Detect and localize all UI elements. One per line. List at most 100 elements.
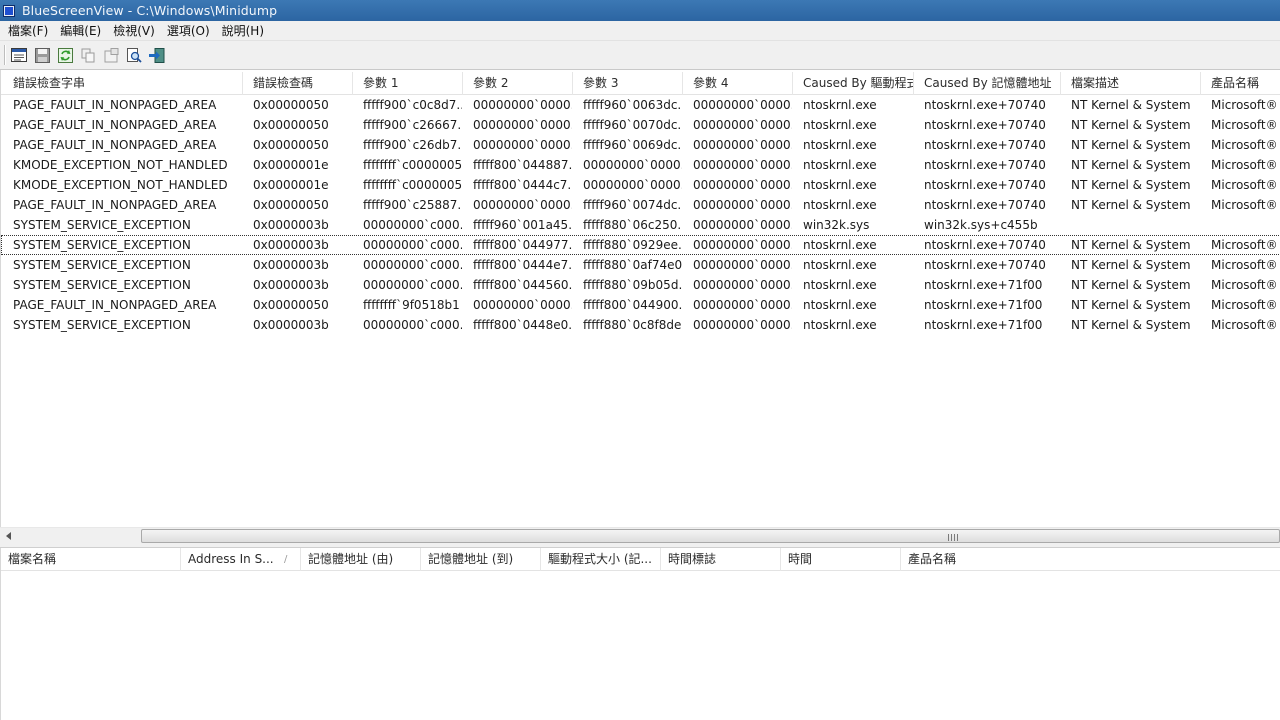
col-caused-by-driver-header[interactable]: Caused By 驅動程式 bbox=[793, 72, 914, 95]
col-param-3-header[interactable]: 參數 3 bbox=[573, 72, 683, 95]
col-to-address-header[interactable]: 記憶體地址 (到) bbox=[421, 548, 541, 571]
col-param-2-header[interactable]: 參數 2 bbox=[463, 72, 573, 95]
col-product-name-header[interactable]: 產品名稱 bbox=[1201, 72, 1280, 95]
caused-by-address-cell: ntoskrnl.exe+70740 bbox=[924, 98, 1046, 112]
table-row[interactable]: PAGE_FAULT_IN_NONPAGED_AREA 0x00000050 fff… bbox=[1, 195, 1280, 215]
table-row[interactable]: PAGE_FAULT_IN_NONPAGED_AREA 0x00000050 fff… bbox=[1, 115, 1280, 135]
save-icon[interactable] bbox=[32, 45, 52, 65]
app-icon bbox=[3, 4, 15, 17]
param-3-cell: fffff880`0929ee... bbox=[583, 238, 682, 252]
param-2-cell: fffff800`0444e7... bbox=[473, 258, 572, 272]
col-driver-size-header[interactable]: 驅動程式大小 (記... bbox=[541, 548, 661, 571]
file-description-cell: NT Kernel & System bbox=[1071, 318, 1191, 332]
file-description-cell: NT Kernel & System bbox=[1071, 98, 1191, 112]
col-param-4-header[interactable]: 參數 4 bbox=[683, 72, 793, 95]
refresh-icon[interactable] bbox=[55, 45, 75, 65]
caused-by-address-cell: win32k.sys+c455b bbox=[924, 218, 1038, 232]
copy-icon[interactable] bbox=[78, 45, 98, 65]
col-from-address-header[interactable]: 記憶體地址 (由) bbox=[301, 548, 421, 571]
file-description-cell: NT Kernel & System bbox=[1071, 258, 1191, 272]
param-1-cell: fffff900`c0c8d7... bbox=[363, 98, 462, 112]
caused-by-address-cell: ntoskrnl.exe+71f00 bbox=[924, 318, 1043, 332]
bugcheck-string-cell: PAGE_FAULT_IN_NONPAGED_AREA bbox=[13, 118, 217, 132]
param-3-cell: fffff800`044900... bbox=[583, 298, 682, 312]
col-product-name-header[interactable]: 產品名稱 bbox=[901, 548, 1280, 571]
caused-by-driver-cell: ntoskrnl.exe bbox=[803, 98, 877, 112]
driver-list[interactable]: 檔案名稱 Address In S... 記憶體地址 (由) 記憶體地址 (到) 驅動程… bbox=[0, 548, 1280, 720]
param-4-cell: 00000000`0000... bbox=[693, 298, 792, 312]
product-name-cell: Microsoft® W bbox=[1211, 118, 1280, 132]
properties-icon[interactable] bbox=[101, 45, 121, 65]
col-time-stamp-header[interactable]: 時間標誌 bbox=[661, 548, 781, 571]
param-4-cell: 00000000`0000... bbox=[693, 158, 792, 172]
table-row[interactable]: PAGE_FAULT_IN_NONPAGED_AREA 0x00000050 fff… bbox=[1, 295, 1280, 315]
param-2-cell: 00000000`0000... bbox=[473, 138, 572, 152]
col-bugcheck-code-header[interactable]: 錯誤檢查碼 bbox=[243, 72, 353, 95]
menu-options[interactable]: 選項(O) bbox=[161, 22, 216, 39]
table-row[interactable]: PAGE_FAULT_IN_NONPAGED_AREA 0x00000050 fff… bbox=[1, 135, 1280, 155]
bugcheck-code-cell: 0x0000001e bbox=[253, 158, 329, 172]
exit-icon[interactable] bbox=[147, 45, 167, 65]
param-2-cell: 00000000`0000... bbox=[473, 118, 572, 132]
param-4-cell: 00000000`0000... bbox=[693, 318, 792, 332]
bugcheck-string-cell: SYSTEM_SERVICE_EXCEPTION bbox=[13, 218, 191, 232]
col-file-description-header[interactable]: 檔案描述 bbox=[1061, 72, 1201, 95]
table-row[interactable]: SYSTEM_SERVICE_EXCEPTION 0x0000003b 000000… bbox=[1, 315, 1280, 335]
col-filename-header[interactable]: 檔案名稱 bbox=[1, 548, 181, 571]
table-row[interactable]: PAGE_FAULT_IN_NONPAGED_AREA 0x00000050 fff… bbox=[1, 95, 1280, 115]
table-row[interactable]: KMODE_EXCEPTION_NOT_HANDLED 0x0000001e fff… bbox=[1, 155, 1280, 175]
caused-by-driver-cell: ntoskrnl.exe bbox=[803, 318, 877, 332]
caused-by-driver-cell: win32k.sys bbox=[803, 218, 870, 232]
scroll-left-icon[interactable] bbox=[0, 528, 17, 544]
table-row[interactable]: SYSTEM_SERVICE_EXCEPTION 0x0000003b 000000… bbox=[1, 275, 1280, 295]
horizontal-scrollbar[interactable] bbox=[0, 527, 1280, 543]
caused-by-address-cell: ntoskrnl.exe+71f00 bbox=[924, 278, 1043, 292]
file-description-cell: NT Kernel & System bbox=[1071, 138, 1191, 152]
file-description-cell: NT Kernel & System bbox=[1071, 238, 1191, 252]
param-4-cell: 00000000`0000... bbox=[693, 118, 792, 132]
table-row[interactable]: SYSTEM_SERVICE_EXCEPTION 0x0000003b 000000… bbox=[1, 215, 1280, 235]
param-3-cell: 00000000`0000... bbox=[583, 158, 682, 172]
menu-file[interactable]: 檔案(F) bbox=[2, 22, 54, 39]
param-4-cell: 00000000`0000... bbox=[693, 218, 792, 232]
caused-by-address-cell: ntoskrnl.exe+70740 bbox=[924, 178, 1046, 192]
param-3-cell: fffff880`0c8f8de0 bbox=[583, 318, 682, 332]
caused-by-driver-cell: ntoskrnl.exe bbox=[803, 138, 877, 152]
param-3-cell: fffff880`09b05d... bbox=[583, 278, 682, 292]
param-2-cell: fffff800`044977... bbox=[473, 238, 572, 252]
bugcheck-code-cell: 0x0000003b bbox=[253, 258, 329, 272]
param-2-cell: fffff800`0444c7... bbox=[473, 178, 572, 192]
html-report-icon[interactable] bbox=[9, 45, 29, 65]
col-bugcheck-string-header[interactable]: 錯誤檢查字串 bbox=[3, 72, 243, 95]
param-3-cell: 00000000`0000... bbox=[583, 178, 682, 192]
caused-by-address-cell: ntoskrnl.exe+70740 bbox=[924, 198, 1046, 212]
product-name-cell: Microsoft® W bbox=[1211, 178, 1280, 192]
menu-help[interactable]: 說明(H) bbox=[216, 22, 270, 39]
col-param-1-header[interactable]: 參數 1 bbox=[353, 72, 463, 95]
caused-by-driver-cell: ntoskrnl.exe bbox=[803, 198, 877, 212]
menu-edit[interactable]: 編輯(E) bbox=[54, 22, 107, 39]
param-3-cell: fffff880`06c250... bbox=[583, 218, 682, 232]
param-3-cell: fffff960`0070dc... bbox=[583, 118, 682, 132]
crash-list[interactable]: 錯誤檢查字串 錯誤檢查碼 參數 1 參數 2 參數 3 參數 4 Caused By 驅動程… bbox=[0, 70, 1280, 527]
table-row[interactable]: KMODE_EXCEPTION_NOT_HANDLED 0x0000001e fff… bbox=[1, 175, 1280, 195]
scrollbar-thumb[interactable] bbox=[141, 529, 1280, 543]
param-4-cell: 00000000`0000... bbox=[693, 98, 792, 112]
param-2-cell: 00000000`0000... bbox=[473, 198, 572, 212]
caused-by-driver-cell: ntoskrnl.exe bbox=[803, 118, 877, 132]
bugcheck-string-cell: PAGE_FAULT_IN_NONPAGED_AREA bbox=[13, 198, 217, 212]
bugcheck-code-cell: 0x00000050 bbox=[253, 298, 329, 312]
param-3-cell: fffff960`0069dc... bbox=[583, 138, 682, 152]
col-time-header[interactable]: 時間 bbox=[781, 548, 901, 571]
table-row[interactable]: SYSTEM_SERVICE_EXCEPTION 0x0000003b 000000… bbox=[1, 235, 1280, 255]
caused-by-address-cell: ntoskrnl.exe+70740 bbox=[924, 158, 1046, 172]
col-address-in-stack-header[interactable]: Address In S... bbox=[181, 548, 301, 571]
bugcheck-string-cell: PAGE_FAULT_IN_NONPAGED_AREA bbox=[13, 298, 217, 312]
find-icon[interactable] bbox=[124, 45, 144, 65]
product-name-cell: Microsoft® W bbox=[1211, 158, 1280, 172]
caused-by-driver-cell: ntoskrnl.exe bbox=[803, 258, 877, 272]
bugcheck-string-cell: SYSTEM_SERVICE_EXCEPTION bbox=[13, 258, 191, 272]
col-caused-by-address-header[interactable]: Caused By 記憶體地址 bbox=[914, 72, 1061, 95]
menu-view[interactable]: 檢視(V) bbox=[107, 22, 161, 39]
table-row[interactable]: SYSTEM_SERVICE_EXCEPTION 0x0000003b 000000… bbox=[1, 255, 1280, 275]
